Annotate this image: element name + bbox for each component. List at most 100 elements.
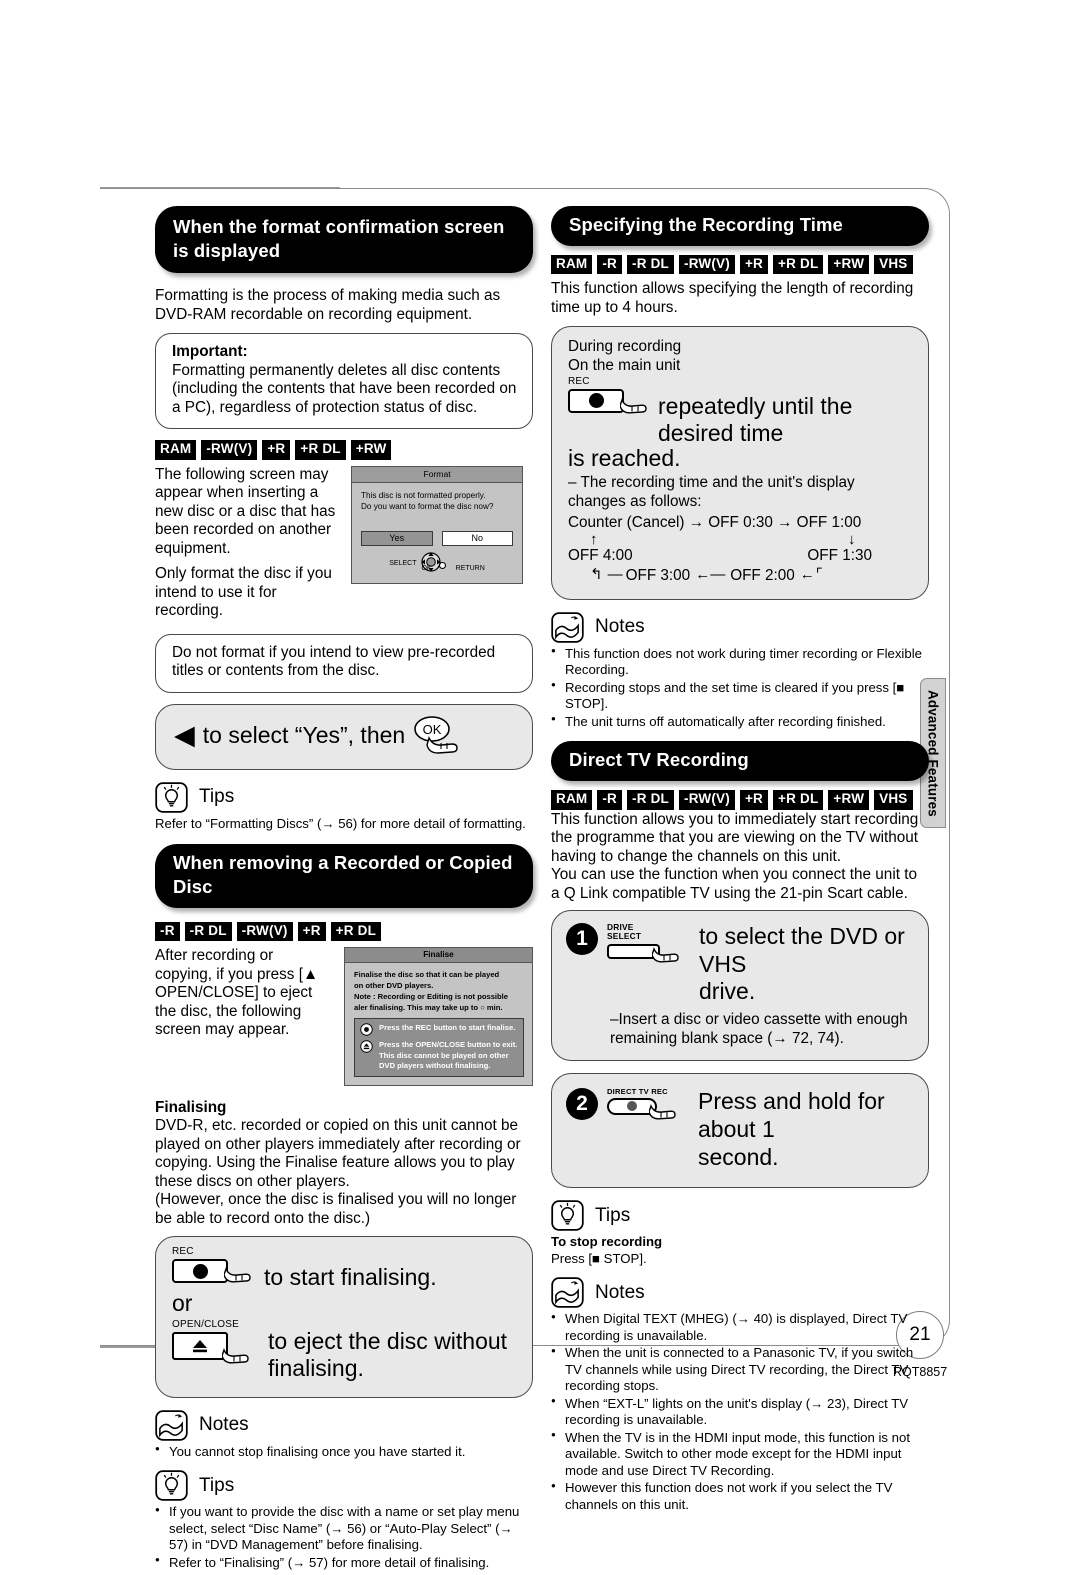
- notes-book-icon: [155, 1410, 188, 1441]
- notes-label: Notes: [595, 616, 645, 638]
- heading-format-confirmation: When the format confirmation screen is d…: [155, 206, 533, 274]
- eject-action-text: to eject the disc without finalising.: [268, 1327, 508, 1382]
- disc-badge: RAM: [551, 790, 593, 810]
- important-text: Formatting permanently deletes all disc …: [172, 361, 517, 416]
- disc-badge: -RW(V): [236, 921, 293, 942]
- format-para-2: Only format the disc if you intend to us…: [155, 565, 332, 620]
- finalise-opt2-l2: This disc cannot be played on other: [379, 1050, 509, 1060]
- heading-removing-disc: When removing a Recorded or Copied Disc: [155, 844, 533, 908]
- left-column: When the format confirmation screen is d…: [155, 206, 533, 1575]
- svg-text:OK: OK: [423, 722, 442, 737]
- rec-button[interactable]: [568, 388, 624, 413]
- disc-badges-recording-time: RAM -R -R DL -RW(V) +R +R DL +RW VHS: [551, 254, 929, 275]
- direct-tv-rec-caption: DIRECT TV REC: [607, 1087, 668, 1097]
- list-item: However this function does not work if y…: [551, 1480, 929, 1513]
- eject-icon: [193, 1339, 207, 1352]
- action-finalise-box: REC to start finalising. or OPEN/CLOSE t…: [155, 1236, 533, 1398]
- finalise-option-rec[interactable]: Press the REC button to start finalise.: [360, 1023, 518, 1037]
- flow-arrow-up: ↑: [590, 530, 598, 548]
- notes-list-direct-tv: When Digital TEXT (MHEG) (→ 40) is displ…: [551, 1311, 929, 1513]
- or-label: or: [172, 1290, 193, 1316]
- rec-button-group[interactable]: REC: [568, 375, 654, 414]
- ok-button-graphic[interactable]: OK: [413, 716, 469, 754]
- action-recording-time-box: During recording On the main unit REC re…: [551, 326, 929, 600]
- important-label: Important:: [172, 343, 248, 361]
- removing-disc-para: After recording or copying, if you press…: [155, 947, 319, 1039]
- finalise-option-eject[interactable]: Press the OPEN/CLOSE button to exit. Thi…: [360, 1040, 518, 1071]
- notes-heading-direct-tv: Notes: [551, 1277, 929, 1308]
- disc-badges-direct-tv: RAM -R -R DL -RW(V) +R +R DL +RW VHS: [551, 790, 929, 810]
- notes-list-recording-time: This function does not work during timer…: [551, 646, 929, 731]
- rec-button-caption: REC: [568, 375, 590, 387]
- disc-badge: -RW(V): [201, 440, 258, 460]
- notes-heading-finalising: Notes: [155, 1410, 533, 1441]
- rec-action-text: to start finalising.: [264, 1264, 437, 1291]
- flow-row-1: Counter (Cancel) → OFF 0:30 → OFF 1:00: [568, 513, 862, 531]
- disc-badge: +R: [297, 921, 326, 942]
- list-item: This function does not work during timer…: [551, 646, 929, 679]
- tips-heading-direct-tv: Tips: [551, 1200, 929, 1231]
- flow-arrow-down: ↓: [848, 530, 856, 548]
- format-screen-line1: This disc is not formatted properly.: [361, 490, 486, 500]
- action-select-yes-text: to select “Yes”, then: [202, 722, 406, 749]
- disc-badge: -R: [597, 254, 623, 275]
- eject-button-group[interactable]: OPEN/CLOSE: [172, 1319, 256, 1364]
- flow-corner-right: ⌜: [815, 566, 823, 584]
- finalising-subheading: Finalising: [155, 1099, 227, 1117]
- finalise-line-3: Note : Recording or Editing is not possi…: [354, 991, 509, 1001]
- return-label: RETURN: [455, 564, 485, 572]
- list-item: When the unit is connected to a Panasoni…: [551, 1345, 929, 1395]
- format-para-1: The following screen may appear when ins…: [155, 465, 336, 557]
- disc-badge: +R DL: [773, 254, 824, 275]
- finalise-opt2-l3: DVD players without finalising.: [379, 1061, 491, 1071]
- hand-pointer-icon: [652, 946, 679, 963]
- tips-heading-finalising: Tips: [155, 1470, 533, 1501]
- caution-box: Do not format if you intend to view pre-…: [155, 633, 533, 693]
- heading-direct-tv-recording: Direct TV Recording: [551, 741, 929, 782]
- format-screen-title: Format: [352, 466, 522, 483]
- rec-button-caption: REC: [172, 1246, 194, 1258]
- step-1-action-line-2: drive.: [699, 978, 756, 1005]
- left-arrow-icon: ◀: [174, 720, 195, 751]
- format-screen-yes-button[interactable]: Yes: [361, 531, 433, 547]
- disc-badge: +RW: [828, 790, 870, 810]
- tips-list-finalising: If you want to provide the disc with a n…: [155, 1504, 533, 1571]
- format-screen-mock: Format This disc is not formatted proper…: [351, 465, 523, 585]
- rec-action-line-2: is reached.: [568, 444, 681, 471]
- tips-heading-format: Tips: [155, 782, 533, 813]
- drive-select-button-group[interactable]: DRIVE SELECT: [607, 923, 686, 963]
- flow-corner-left: ↰: [590, 566, 603, 584]
- format-screen-no-button[interactable]: No: [441, 531, 513, 547]
- rec-button-icon: [360, 1023, 373, 1037]
- format-screen-line2: Do you want to format the disc now?: [361, 501, 494, 511]
- step-1-number: 1: [566, 923, 598, 956]
- disc-badge: +R DL: [295, 440, 346, 460]
- disc-badge: +RW: [350, 440, 392, 460]
- disc-badge: +R: [739, 790, 769, 810]
- finalise-option-eject-text: Press the OPEN/CLOSE button to exit. Thi…: [379, 1040, 517, 1071]
- finalising-text-1: DVD-R, etc. recorded or copied on this u…: [155, 1117, 521, 1190]
- rec-action-line-1: repeatedly until the desired time: [658, 392, 853, 447]
- list-item: When Digital TEXT (MHEG) (→ 40) is displ…: [551, 1311, 929, 1344]
- disc-badges-removing: -R -R DL -RW(V) +R +R DL: [155, 921, 533, 942]
- step-1-action-line-1: to select the DVD or VHS: [699, 923, 905, 977]
- disc-badge: VHS: [874, 254, 913, 275]
- flow-arrow-left-1: ←—: [695, 566, 726, 584]
- rec-button[interactable]: [172, 1259, 228, 1284]
- hand-pointer-icon: [224, 1267, 251, 1283]
- disc-badge: RAM: [155, 440, 197, 460]
- disc-badge: +RW: [828, 254, 870, 275]
- format-intro-text: Formatting is the process of making medi…: [155, 287, 501, 323]
- direct-tv-rec-button-group[interactable]: DIRECT TV REC: [607, 1087, 683, 1120]
- tips-label: Tips: [595, 1204, 631, 1226]
- disc-badge: -R DL: [627, 254, 675, 275]
- disc-badge: -RW(V): [679, 254, 735, 275]
- direct-tv-intro-1: This function allows you to immediately …: [551, 810, 919, 865]
- hand-pointer-icon: [620, 397, 647, 414]
- open-close-button[interactable]: [172, 1331, 228, 1360]
- action-select-yes: ◀ to select “Yes”, then OK: [155, 703, 533, 770]
- list-item: When the TV is in the HDMI input mode, t…: [551, 1430, 929, 1480]
- disc-badge: +R: [739, 254, 769, 275]
- rec-button-group[interactable]: REC: [172, 1246, 258, 1284]
- step-2-action-line-2: second.: [698, 1143, 779, 1170]
